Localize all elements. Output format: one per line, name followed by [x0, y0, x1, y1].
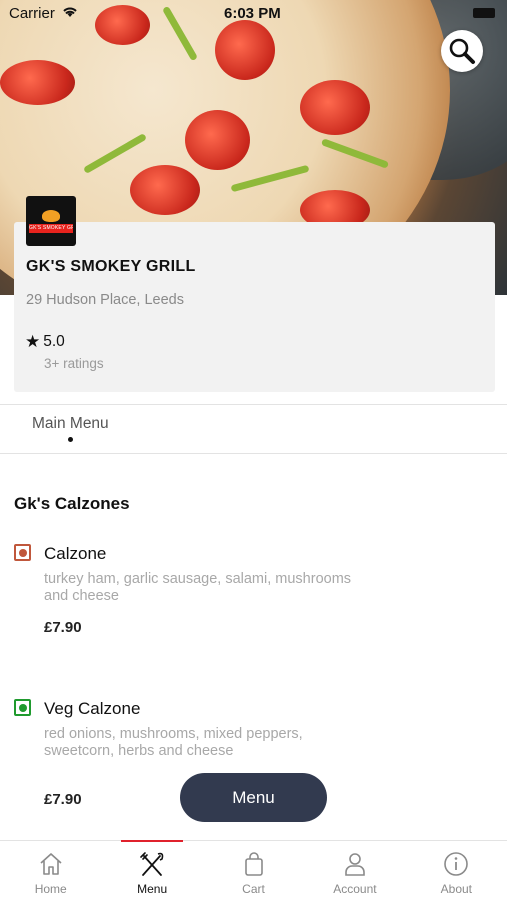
restaurant-address: 29 Hudson Place, Leeds [26, 292, 184, 308]
flame-icon [42, 209, 60, 222]
item-name: Veg Calzone [44, 699, 141, 718]
fork-knife-icon [140, 852, 164, 876]
item-price: £7.90 [44, 619, 82, 636]
person-icon [345, 853, 365, 876]
nav-label: Account [333, 882, 377, 896]
status-bar: Carrier 6:03 PM [0, 0, 507, 28]
tomato-topping [130, 165, 200, 215]
item-description: turkey ham, garlic sausage, salami, mush… [44, 571, 352, 604]
logo-text: GK'S SMOKEY GRILL [29, 223, 73, 233]
tab-main-menu[interactable]: Main Menu [32, 415, 109, 433]
nav-cart[interactable]: Cart [203, 841, 304, 900]
wifi-icon [62, 5, 78, 21]
nav-label: About [440, 882, 472, 896]
nav-account[interactable]: Account [304, 841, 405, 900]
info-icon [444, 852, 469, 876]
non-veg-icon [14, 544, 31, 561]
tomato-topping [300, 80, 370, 135]
search-button[interactable] [441, 30, 483, 72]
nav-home[interactable]: Home [0, 841, 101, 900]
tomato-topping [215, 20, 275, 80]
clock: 6:03 PM [224, 5, 281, 22]
bottom-navigation: Home Menu Cart Account About [0, 840, 507, 900]
nav-label: Menu [137, 882, 168, 896]
nav-menu[interactable]: Menu [101, 840, 202, 900]
section-title: Gk's Calzones [14, 494, 130, 513]
carrier-label: Carrier [9, 5, 55, 22]
veg-icon [14, 699, 31, 716]
restaurant-logo: GK'S SMOKEY GRILL [26, 196, 76, 246]
restaurant-name: GK'S SMOKEY GRILL [26, 258, 196, 275]
nav-label: Home [34, 882, 67, 896]
item-name: Calzone [44, 544, 107, 563]
tomato-topping [0, 60, 75, 105]
bag-icon [244, 852, 263, 876]
menu-button[interactable]: Menu [180, 773, 327, 822]
rating: ★ 5.0 [25, 332, 65, 352]
tomato-topping [185, 110, 250, 170]
rating-count: 3+ ratings [44, 356, 104, 371]
search-icon [449, 38, 475, 64]
rating-value: 5.0 [43, 333, 65, 350]
battery-icon [473, 8, 495, 18]
item-price: £7.90 [44, 791, 82, 808]
item-description: red onions, mushrooms, mixed peppers, sw… [44, 726, 303, 759]
active-tab-indicator [68, 437, 73, 442]
restaurant-card: GK'S SMOKEY GRILL GK'S SMOKEY GRILL 29 H… [14, 196, 495, 392]
home-icon [40, 853, 62, 875]
nav-label: Cart [242, 882, 265, 896]
menu-tabs: Main Menu [0, 404, 507, 454]
star-icon: ★ [25, 332, 41, 351]
nav-about[interactable]: About [406, 841, 507, 900]
